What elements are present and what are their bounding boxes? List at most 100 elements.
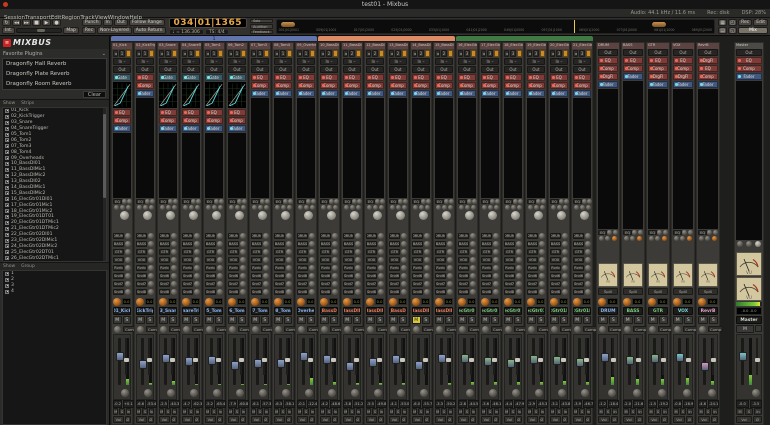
proc-comp[interactable]: Comp [228,117,246,124]
eq-gain-knob[interactable] [194,205,200,210]
visible-checkbox[interactable] [5,167,9,172]
comp-threshold-handle[interactable] [560,358,566,363]
proc-drgfl[interactable]: DrgFl [598,73,618,80]
input-button[interactable]: In – [389,58,407,65]
proc-fader[interactable]: Fader [297,90,315,97]
send-level-knob[interactable] [309,273,315,279]
output-button[interactable]: Out [228,66,246,73]
record-arm-button[interactable] [447,50,453,57]
send-assign-button[interactable]: Snd8 [205,289,216,295]
mute-button[interactable]: M [458,316,467,324]
fader-track[interactable] [675,338,684,385]
proc-comp[interactable]: Comp [698,73,718,80]
send-assign-button[interactable]: Snd8 [159,289,170,295]
strip-nav-button[interactable]: ◂ [389,50,395,57]
meter-point-button[interactable]: M [136,408,142,415]
send-assign-button[interactable]: Rvrb [458,265,469,271]
send-assign-button[interactable]: BASS [458,241,469,247]
phase-button[interactable]: Ø [561,416,568,423]
fader-track[interactable] [207,338,216,385]
input-meter-button[interactable]: In [125,408,131,415]
trim-knob[interactable] [458,297,466,306]
send-level-knob[interactable] [516,265,522,271]
input-meter-button[interactable]: In [562,408,568,415]
comp-threshold-track[interactable] [514,338,520,375]
comp-threshold-track[interactable] [635,338,641,375]
proc-eq[interactable]: EQ [159,109,177,116]
input-meter-button[interactable]: In [171,408,177,415]
solo-iso-button[interactable]: S [372,408,378,415]
proc-gate[interactable]: Gate [182,74,200,81]
eq-gain-knob[interactable] [332,205,338,210]
solo-iso-button[interactable]: S [188,408,194,415]
comp-threshold-track[interactable] [445,338,451,375]
proc-fader[interactable]: Fader [228,125,246,132]
send-assign-button[interactable]: Snd6 [297,273,308,279]
comp-makeup-knob[interactable] [252,325,259,333]
strip-name-button[interactable]: 16_ElecGtr01DI01 [458,307,476,315]
send-level-knob[interactable] [125,273,131,279]
processor-box[interactable] [573,98,591,198]
meter-point-button[interactable]: M [320,408,326,415]
eq-enable-button[interactable]: EQ [389,199,398,204]
eq-freq-knob[interactable] [510,205,516,210]
send-level-knob[interactable] [171,233,177,239]
strip-name-button[interactable]: 19_ElecGtr01DT01 [527,307,545,315]
filter-knob[interactable] [465,211,474,220]
comp-makeup-knob[interactable] [229,325,236,333]
phase-button[interactable]: Ø [377,416,384,423]
fader-track[interactable] [600,338,609,385]
send-level-knob[interactable] [309,233,315,239]
send-assign-button[interactable]: VOX [159,257,170,263]
comp-threshold-handle[interactable] [307,358,313,363]
solo-iso-button[interactable]: S [418,408,424,415]
comp-threshold-handle[interactable] [215,358,221,363]
fader-handle[interactable] [391,354,400,364]
proc-eq[interactable]: EQ [389,74,407,81]
record-arm-button[interactable] [286,50,292,57]
input-meter-button[interactable]: In [263,408,269,415]
send-assign-button[interactable]: Snd6 [504,273,515,279]
dim-knob[interactable] [745,241,752,247]
send-assign-button[interactable]: Snd6 [412,273,423,279]
record-arm-button[interactable] [355,50,361,57]
eq-mid-knob[interactable] [172,199,178,204]
comp-makeup-knob[interactable] [114,325,121,333]
send-assign-button[interactable]: DRUM [136,233,147,239]
meter-point-button[interactable]: M [274,408,280,415]
comp-threshold-handle[interactable] [353,358,359,363]
comp-makeup-knob[interactable] [321,325,328,333]
trim-knob[interactable] [435,297,443,306]
send-level-knob[interactable] [355,233,361,239]
send-assign-button[interactable]: GTR [481,249,492,255]
solo-iso-button[interactable]: S [349,408,355,415]
send-assign-button[interactable]: Rvrb [251,265,262,271]
record-arm-button[interactable] [240,50,246,57]
send-assign-button[interactable]: Snd7 [343,281,354,287]
send-level-knob[interactable] [562,281,568,287]
send-level-knob[interactable] [171,257,177,263]
strip-name-button[interactable]: 20_ElecGtr01DTMic1 [550,307,568,315]
fader-track[interactable] [184,338,193,385]
fader-track[interactable] [115,338,124,385]
proc-eq[interactable]: EQ [673,57,693,64]
send-assign-button[interactable]: GTR [159,249,170,255]
comp-makeup-knob[interactable] [390,325,397,333]
proc-eq[interactable]: EQ [736,57,762,64]
eq-lo-knob[interactable] [205,205,211,210]
output-button[interactable]: Vol [435,416,446,423]
send-level-knob[interactable] [217,233,223,239]
send-level-knob[interactable] [309,281,315,287]
comp-makeup-knob[interactable] [699,325,706,333]
send-level-knob[interactable] [263,249,269,255]
mute-button[interactable]: M [623,316,633,324]
input-button[interactable]: In – [136,58,154,65]
solo-iso-button[interactable]: S [326,408,332,415]
input-button[interactable]: In – [113,58,131,65]
strip-nav-button[interactable]: ◂ [412,50,418,57]
visible-checkbox[interactable] [5,191,9,196]
send-assign-button[interactable]: VOX [320,257,331,263]
filter-knob[interactable] [143,211,152,220]
eq-hi-knob[interactable] [707,230,713,235]
send-assign-button[interactable]: BASS [136,241,147,247]
